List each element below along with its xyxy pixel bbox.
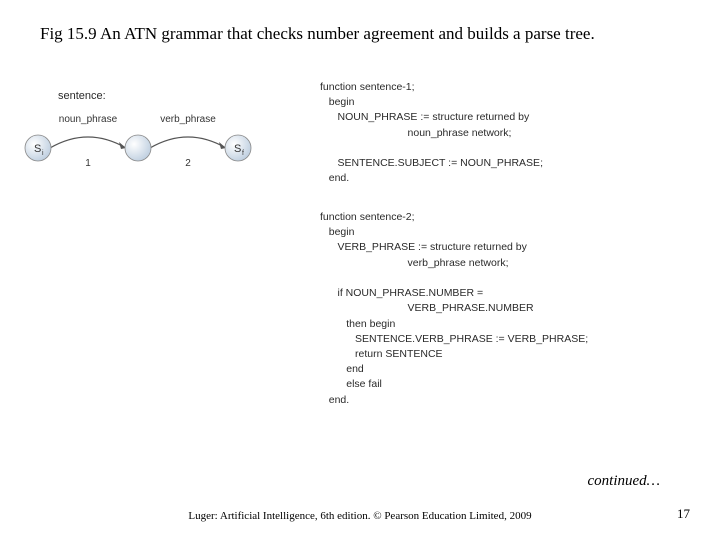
figure-title: Fig 15.9 An ATN grammar that checks numb… xyxy=(40,24,700,44)
edge-num-1: 1 xyxy=(85,158,91,169)
continued-label: continued… xyxy=(588,473,661,490)
node-sf: S xyxy=(234,143,241,155)
page-number: 17 xyxy=(677,506,690,522)
diagram-label: sentence: xyxy=(58,90,106,102)
code-sentence-2: function sentence-2; begin VERB_PHRASE :… xyxy=(320,210,588,408)
svg-text:f: f xyxy=(242,150,244,157)
code-sentence-1: function sentence-1; begin NOUN_PHRASE :… xyxy=(320,80,543,187)
edge-label-1: noun_phrase xyxy=(59,114,118,125)
edge-num-2: 2 xyxy=(185,158,191,169)
atn-diagram: noun_phrase verb_phrase S i S f 1 2 xyxy=(20,108,280,178)
footer-citation: Luger: Artificial Intelligence, 6th edit… xyxy=(0,510,720,522)
node-si: S xyxy=(34,143,41,155)
edge-label-2: verb_phrase xyxy=(160,114,216,125)
